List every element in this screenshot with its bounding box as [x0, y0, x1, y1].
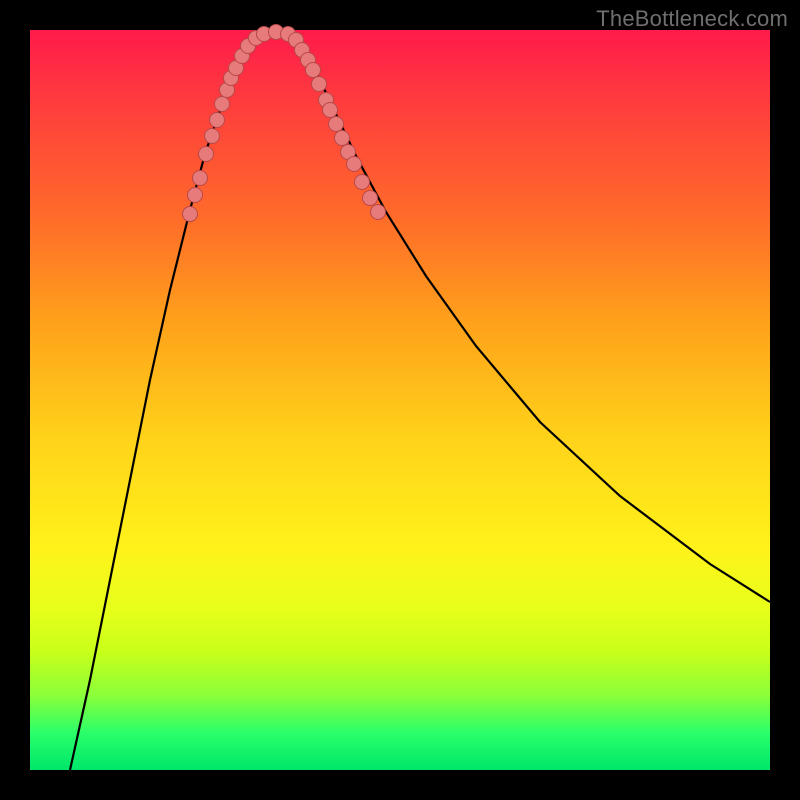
data-marker	[312, 77, 327, 92]
bottleneck-curve	[70, 32, 770, 770]
watermark-text: TheBottleneck.com	[596, 6, 788, 32]
data-marker	[347, 157, 362, 172]
data-marker	[188, 188, 203, 203]
data-marker	[355, 175, 370, 190]
data-marker	[335, 131, 350, 146]
data-marker	[193, 171, 208, 186]
data-marker	[210, 113, 225, 128]
curve-svg	[30, 30, 770, 770]
data-marker	[306, 63, 321, 78]
data-marker	[205, 129, 220, 144]
data-marker	[215, 97, 230, 112]
plot-area	[30, 30, 770, 770]
chart-frame: TheBottleneck.com	[0, 0, 800, 800]
data-marker	[371, 205, 386, 220]
data-marker	[183, 207, 198, 222]
data-marker	[323, 103, 338, 118]
data-marker	[199, 147, 214, 162]
marker-layer	[183, 25, 386, 222]
data-marker	[363, 191, 378, 206]
data-marker	[329, 117, 344, 132]
